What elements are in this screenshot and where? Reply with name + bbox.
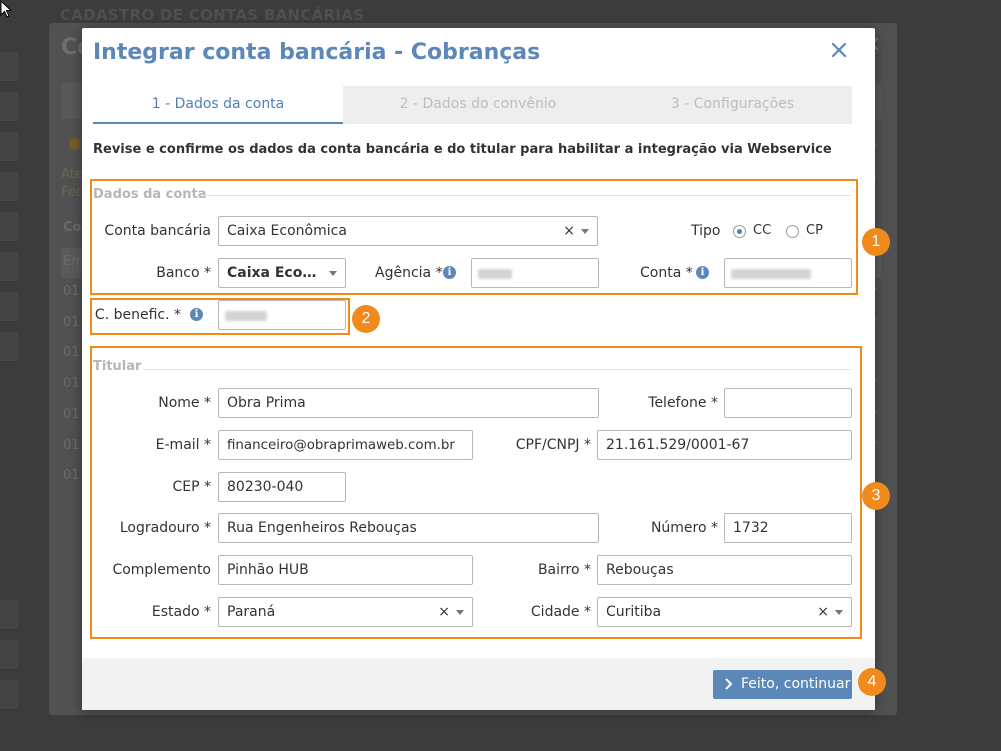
intro-text: Revise e confirme os dados da conta banc… (93, 142, 832, 157)
background-row: 01 (63, 315, 80, 330)
background-row: 01 (63, 284, 80, 299)
tab-dados-do-convenio[interactable]: 2 - Dados do convênio (343, 86, 613, 124)
highlight-box-account (90, 179, 858, 295)
tab-dados-da-conta[interactable]: 1 - Dados da conta (93, 86, 343, 124)
tab-configuracoes[interactable]: 3 - Configurações (613, 86, 852, 124)
chevron-right-icon (725, 678, 733, 690)
background-table-header: Em (63, 254, 84, 269)
background-alert-line1: Ate (61, 167, 83, 182)
background-sidebar (0, 40, 18, 751)
continue-button[interactable]: Feito, continuar (713, 670, 852, 699)
wizard-tabs: 1 - Dados da conta 2 - Dados do convênio… (93, 86, 852, 124)
background-row: 01 (63, 376, 80, 391)
highlight-box-holder (90, 346, 862, 639)
background-row: 01 (63, 345, 80, 360)
background-row: 01 (63, 407, 80, 422)
continue-button-label: Feito, continuar (741, 676, 851, 692)
background-alert-line2: Fed (61, 185, 85, 200)
background-row: 01 (63, 468, 80, 483)
background-warning-icon (69, 138, 81, 150)
annotation-badge: 4 (858, 668, 886, 696)
annotation-badge: 1 (862, 228, 890, 256)
annotation-badge: 3 (862, 482, 890, 510)
mouse-cursor-icon (0, 0, 12, 18)
dialog-title: Integrar conta bancária - Cobranças (93, 40, 541, 65)
background-page-title: CADASTRO DE CONTAS BANCÁRIAS (60, 6, 365, 24)
highlight-box-beneficiario (90, 298, 350, 335)
annotation-badge: 2 (352, 305, 380, 333)
close-icon[interactable] (829, 40, 849, 60)
background-row: 01 (63, 438, 80, 453)
